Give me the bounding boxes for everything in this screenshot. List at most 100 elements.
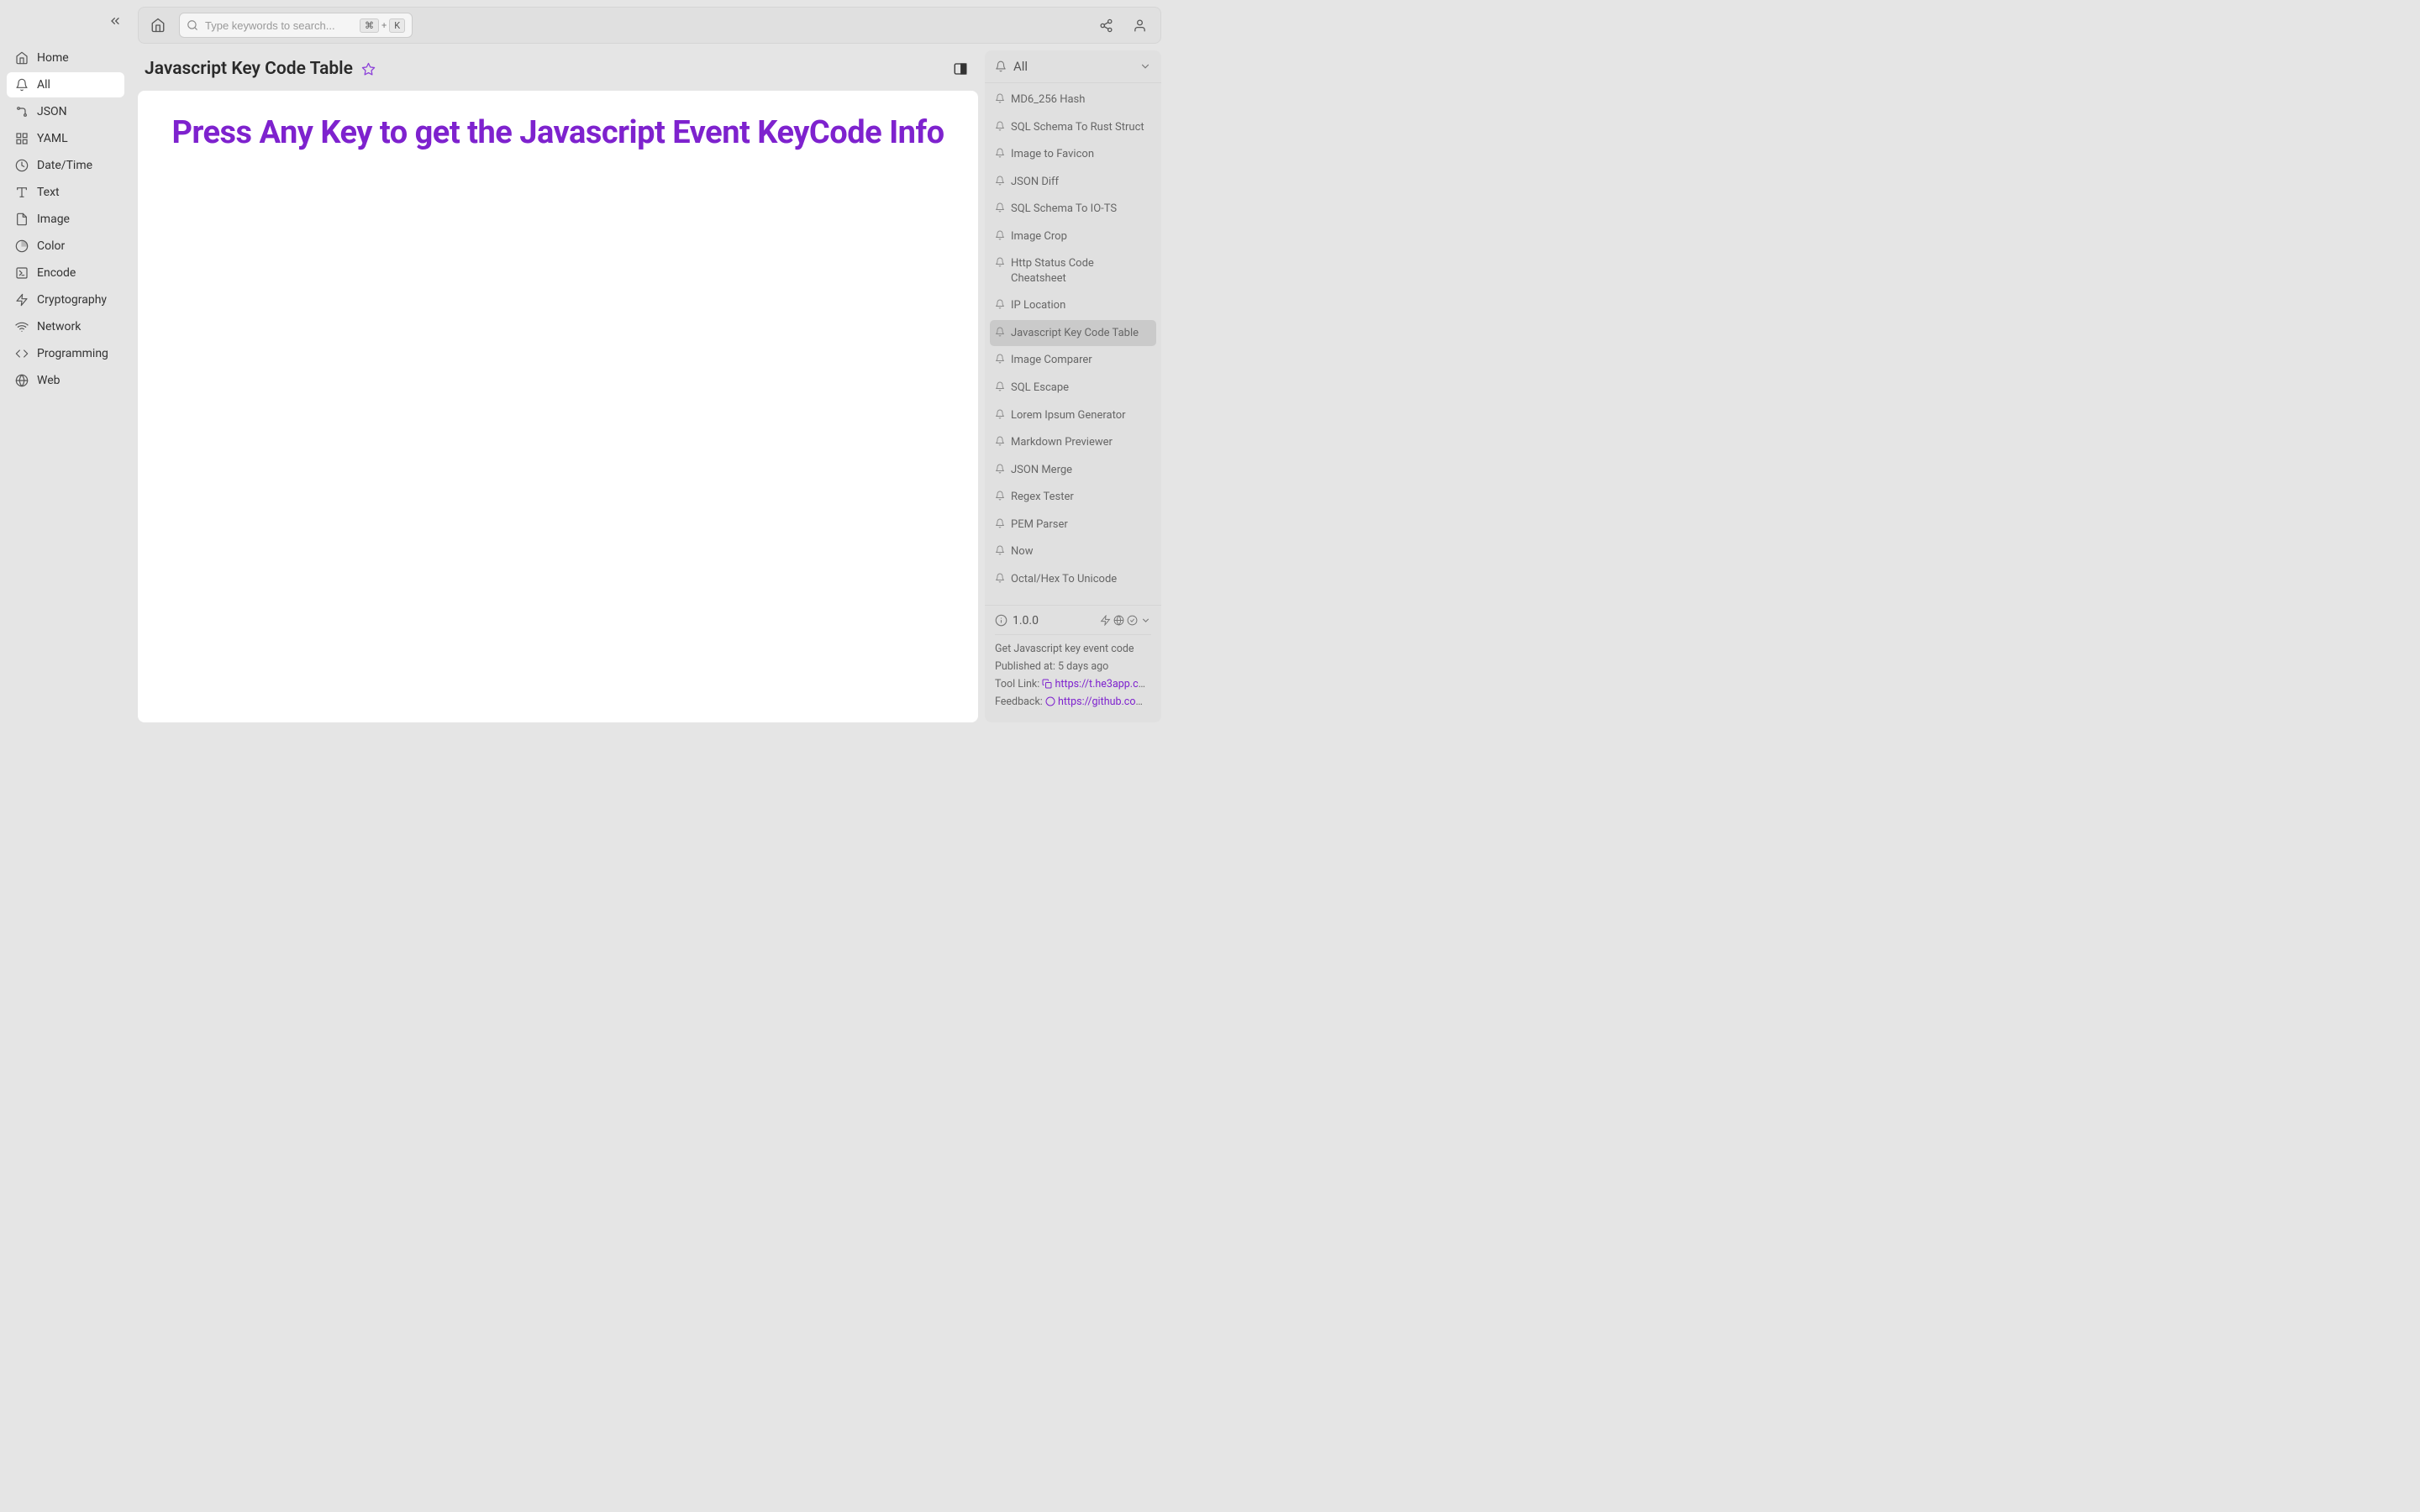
tool-item[interactable]: SQL Schema To IO-TS: [990, 196, 1156, 223]
all-icon: [15, 78, 29, 92]
tool-item-label: MD6_256 Hash: [1011, 92, 1151, 108]
bell-icon: [995, 573, 1005, 583]
network-icon: [15, 320, 29, 333]
globe-icon[interactable]: [1113, 615, 1124, 626]
message-icon[interactable]: [1045, 696, 1055, 706]
tool-item[interactable]: SQL Escape: [990, 375, 1156, 402]
version-label: 1.0.0: [1013, 614, 1095, 627]
right-panel-list[interactable]: MD6_256 Hash SQL Schema To Rust Struct Ima…: [985, 83, 1161, 605]
tool-item[interactable]: Markdown Previewer: [990, 429, 1156, 456]
home-icon: [150, 18, 166, 33]
sidebar-item-label: Date/Time: [37, 159, 92, 172]
chevron-down-icon: [1139, 60, 1151, 72]
check-circle-icon[interactable]: [1127, 615, 1138, 626]
tool-item[interactable]: IP Location: [990, 292, 1156, 319]
collapse-sidebar-button[interactable]: [108, 13, 123, 29]
panel-right-icon: [953, 61, 968, 76]
sidebar-item-label: Image: [37, 213, 70, 226]
tool-item[interactable]: JSON Merge: [990, 457, 1156, 484]
tool-item-label: SQL Schema To Rust Struct: [1011, 120, 1151, 135]
zap-icon[interactable]: [1100, 615, 1111, 626]
sidebar-item-label: Web: [37, 374, 60, 387]
tool-item-label: SQL Schema To IO-TS: [1011, 202, 1151, 217]
sidebar-item-label: All: [37, 78, 50, 92]
bell-icon: [995, 257, 1005, 267]
sidebar-item-image[interactable]: Image: [7, 207, 124, 232]
sidebar-item-json[interactable]: JSON: [7, 99, 124, 124]
tool-item[interactable]: SQL Schema To Rust Struct: [990, 114, 1156, 141]
sidebar-item-all[interactable]: All: [7, 72, 124, 97]
sidebar-item-programming[interactable]: Programming: [7, 341, 124, 366]
share-button[interactable]: [1095, 14, 1117, 36]
right-panel-filter[interactable]: All: [985, 50, 1161, 83]
tool-item[interactable]: JSON Diff: [990, 169, 1156, 196]
bell-icon: [995, 93, 1005, 103]
search-input[interactable]: [205, 19, 353, 32]
home-button[interactable]: [149, 16, 167, 34]
chevron-down-small-icon[interactable]: [1140, 615, 1151, 626]
tool-item[interactable]: Now: [990, 538, 1156, 565]
tool-item-label: Lorem Ipsum Generator: [1011, 408, 1151, 423]
sidebar-item-cryptography[interactable]: Cryptography: [7, 287, 124, 312]
bell-icon: [995, 381, 1005, 391]
panel-toggle-button[interactable]: [953, 61, 971, 76]
tool-item[interactable]: PEM Parser: [990, 512, 1156, 538]
tool-item[interactable]: Javascript Key Code Table: [990, 320, 1156, 347]
tool-item-label: Markdown Previewer: [1011, 435, 1151, 450]
page-body[interactable]: Press Any Key to get the Javascript Even…: [138, 91, 978, 722]
tool-item-label: JSON Merge: [1011, 463, 1151, 478]
bell-icon: [995, 299, 1005, 309]
tool-item[interactable]: Image to Favicon: [990, 141, 1156, 168]
sidebar-item-home[interactable]: Home: [7, 45, 124, 71]
bell-icon: [995, 148, 1005, 158]
share-icon: [1099, 18, 1113, 33]
tool-item[interactable]: Regex Tester: [990, 484, 1156, 511]
search-icon: [187, 19, 198, 31]
sidebar-item-web[interactable]: Web: [7, 368, 124, 393]
bell-icon: [995, 327, 1005, 337]
tool-item-label: SQL Escape: [1011, 381, 1151, 396]
tool-item[interactable]: Image Comparer: [990, 347, 1156, 374]
bell-icon: [995, 202, 1005, 213]
bell-icon: [995, 491, 1005, 501]
yaml-icon: [15, 132, 29, 145]
tool-item-label: IP Location: [1011, 298, 1151, 313]
user-button[interactable]: [1128, 14, 1150, 36]
page-title: Javascript Key Code Table: [145, 59, 353, 79]
sidebar-item-network[interactable]: Network: [7, 314, 124, 339]
tool-item[interactable]: Http Status Code Cheatsheet: [990, 250, 1156, 291]
sidebar-item-date-time[interactable]: Date/Time: [7, 153, 124, 178]
sidebar-item-label: Programming: [37, 347, 108, 360]
page-header: Javascript Key Code Table: [138, 50, 978, 91]
footer-version-row: 1.0.0: [995, 614, 1151, 635]
bell-icon: [995, 60, 1007, 72]
copy-icon[interactable]: [1042, 679, 1052, 689]
datetime-icon: [15, 159, 29, 172]
bell-icon: [995, 409, 1005, 419]
search-box[interactable]: ⌘ + K: [179, 13, 413, 38]
tool-item[interactable]: Image Crop: [990, 223, 1156, 250]
favorite-button[interactable]: [361, 62, 376, 76]
tool-item-label: Regex Tester: [1011, 490, 1151, 505]
tool-item-label: Http Status Code Cheatsheet: [1011, 256, 1151, 286]
footer-published: Published at: 5 days ago: [995, 659, 1151, 675]
sidebar-item-yaml[interactable]: YAML: [7, 126, 124, 151]
footer-published-value: 5 days ago: [1058, 660, 1108, 673]
sidebar-nav: Home All JSONYAML Date/Time Text Image ColorEn…: [7, 45, 124, 393]
text-icon: [15, 186, 29, 199]
sidebar-item-text[interactable]: Text: [7, 180, 124, 205]
tool-item[interactable]: MD6_256 Hash: [990, 87, 1156, 113]
tool-item[interactable]: Octal/Hex To Unicode: [990, 566, 1156, 593]
tool-item-label: Javascript Key Code Table: [1011, 326, 1151, 341]
sidebar-item-color[interactable]: Color: [7, 234, 124, 259]
user-icon: [1133, 18, 1147, 33]
tool-item[interactable]: Lorem Ipsum Generator: [990, 402, 1156, 429]
footer-feedback-value[interactable]: https://github.com/…: [1058, 696, 1151, 708]
bell-icon: [995, 518, 1005, 528]
tool-item-label: Image to Favicon: [1011, 147, 1151, 162]
sidebar-item-encode[interactable]: Encode: [7, 260, 124, 286]
home-icon: [15, 51, 29, 65]
info-icon: [995, 614, 1007, 627]
star-icon: [361, 62, 376, 76]
footer-tool-link-value[interactable]: https://t.he3app.co…: [1055, 678, 1151, 690]
